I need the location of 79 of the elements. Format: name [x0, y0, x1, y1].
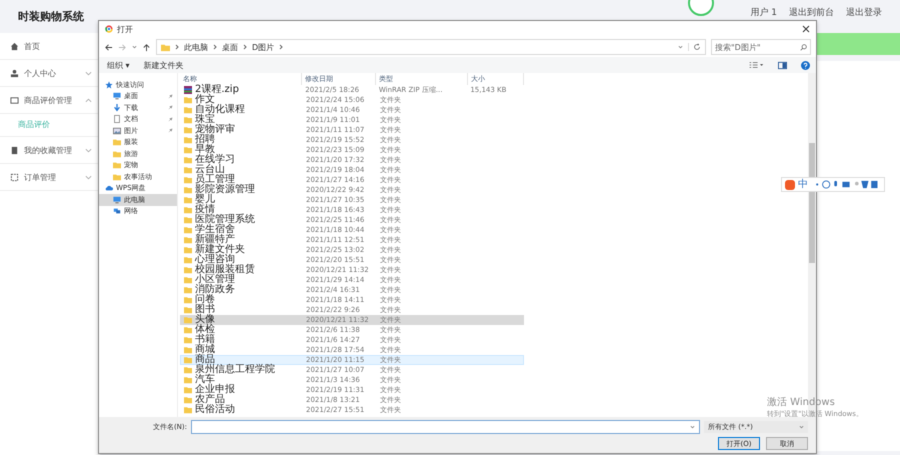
star-icon: [105, 80, 113, 89]
chevron-right-icon[interactable]: [279, 44, 284, 50]
recent-dropdown-icon[interactable]: [132, 45, 137, 49]
pin-icon: [168, 116, 173, 122]
down-arrow-icon: [113, 104, 121, 112]
file-name: 2课程.zip: [195, 85, 239, 95]
archive-icon: [184, 86, 192, 94]
cloud-icon: [105, 184, 113, 192]
refresh-icon[interactable]: [688, 43, 701, 51]
file-name: 头像: [195, 315, 215, 325]
app-title: 时装购物系统: [18, 9, 84, 24]
file-name: 农产品: [195, 395, 225, 405]
header-link[interactable]: 退出到前台: [789, 6, 834, 19]
file-name: 学生宿舍: [195, 225, 235, 235]
input-method-logo-icon: [785, 180, 795, 190]
file-name: 新建文件夹: [195, 245, 245, 255]
pin-icon: [168, 105, 173, 110]
file-name: 珠宝: [195, 115, 215, 125]
chevron-right-icon: [213, 44, 217, 50]
address-bar[interactable]: 此电脑 桌面 D图片: [156, 39, 706, 55]
breadcrumb[interactable]: 此电脑: [184, 42, 208, 52]
ime-mode-toggle[interactable]: 中: [798, 180, 808, 190]
search-field[interactable]: 搜索"D图片": [711, 39, 811, 55]
image-icon: [113, 126, 121, 135]
file-name: 医院管理系统: [195, 215, 255, 225]
file-name: 影院资源管理: [195, 185, 255, 195]
monitor-icon: [113, 196, 121, 204]
dropdown-icon: [690, 425, 695, 429]
file-name: 图书: [195, 305, 215, 315]
network-icon: [113, 207, 121, 216]
folder-icon: [161, 42, 170, 52]
file-name: 消防政务: [195, 285, 235, 295]
view-options-icon[interactable]: [748, 61, 764, 69]
file-name: 云台山: [195, 165, 225, 175]
file-name: 早教: [195, 145, 215, 155]
chevron-right-icon: [175, 44, 179, 50]
file-name: 心理咨询: [195, 255, 235, 265]
user-name: 用户 1: [750, 6, 777, 19]
file-name: 汽车: [195, 375, 215, 385]
dialog-title: 打开: [117, 24, 133, 34]
pin-icon: [168, 128, 173, 134]
up-arrow-icon[interactable]: [142, 42, 151, 52]
search-icon: [800, 44, 807, 50]
toolbar-button[interactable]: 组织 ▾: [107, 60, 130, 70]
file-name: 民俗活动: [195, 405, 235, 415]
close-icon[interactable]: [802, 25, 810, 33]
file-name: 泉州信息工程学院: [195, 365, 275, 375]
breadcrumb[interactable]: 桌面: [222, 42, 238, 52]
file-name: 作文: [195, 95, 215, 105]
filename-field[interactable]: [191, 420, 700, 434]
file-name: 小区管理: [195, 275, 235, 285]
file-name: 企业申报: [195, 385, 235, 395]
file-name: 疫情: [195, 205, 215, 215]
help-icon[interactable]: [801, 60, 810, 70]
file-name: 商城: [195, 345, 215, 355]
file-name: 书籍: [195, 335, 215, 345]
preview-pane-icon[interactable]: [778, 60, 787, 70]
breadcrumb[interactable]: D图片: [252, 42, 274, 52]
dropdown-icon: [799, 425, 804, 429]
browser-logo-icon: [105, 25, 113, 33]
file-name: 新疆特产: [195, 235, 235, 245]
monitor-icon: [113, 92, 121, 100]
dropdown-icon[interactable]: [678, 45, 683, 49]
file-name: 商品: [195, 355, 215, 365]
file-name: 婴儿: [195, 195, 215, 205]
file-name: 自动化课程: [195, 105, 245, 115]
file-name: 问卷: [195, 295, 215, 305]
chevron-right-icon: [243, 44, 247, 50]
file-name: 宠物评审: [195, 125, 235, 135]
file-name: 在线学习: [195, 155, 235, 165]
file-name: 体检: [195, 325, 215, 335]
header-link[interactable]: 退出登录: [846, 6, 882, 19]
document-icon: [113, 115, 121, 124]
file-name: 员工管理: [195, 175, 235, 185]
file-name: 招聘: [195, 135, 215, 145]
back-arrow-icon[interactable]: [104, 42, 113, 52]
file-name: 校园服装租赁: [195, 265, 255, 275]
pin-icon: [168, 94, 173, 99]
toolbar-button[interactable]: 新建文件夹: [144, 60, 184, 70]
